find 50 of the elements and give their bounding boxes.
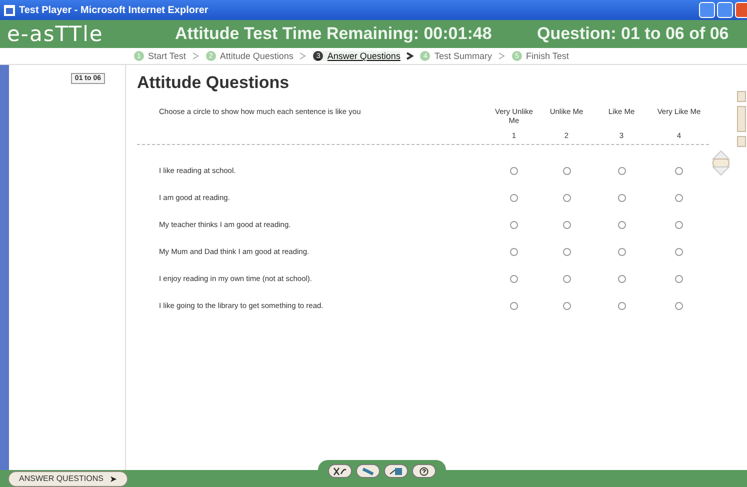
radio-button[interactable] [510, 194, 518, 202]
radio-button[interactable] [675, 166, 683, 174]
highlighter-tool-button[interactable] [356, 464, 380, 478]
radio-button[interactable] [562, 194, 570, 202]
time-remaining: Attitude Test Time Remaining: 00:01:48 [175, 24, 493, 44]
help-icon [417, 466, 431, 476]
scroll-handle-icon[interactable] [711, 149, 731, 177]
window-title: Test Player - Microsoft Internet Explorer [19, 4, 210, 16]
answer-questions-button[interactable]: ANSWER QUESTIONS ➤ [8, 470, 128, 486]
scroll-down-button[interactable] [737, 136, 746, 147]
chevron-icon [299, 52, 308, 60]
chevron-icon [192, 52, 200, 60]
radio-button[interactable] [562, 220, 570, 228]
scroll-up-button[interactable] [737, 91, 746, 102]
radio-button[interactable] [675, 248, 683, 256]
radio-button[interactable] [510, 220, 518, 228]
radio-button[interactable] [675, 220, 683, 228]
radio-button[interactable] [510, 248, 518, 256]
clear-tool-button[interactable] [328, 464, 352, 478]
radio-button[interactable] [562, 302, 570, 310]
radio-button[interactable] [618, 274, 626, 282]
notes-tool-button[interactable] [384, 464, 408, 478]
question-range: Question: 01 to 06 of 06 [537, 24, 729, 44]
radio-button[interactable] [618, 248, 626, 256]
scrollbar-thumb[interactable] [737, 106, 746, 132]
close-button[interactable] [735, 2, 747, 18]
radio-button[interactable] [618, 166, 626, 174]
radio-button[interactable] [562, 248, 570, 256]
pen-icon [361, 466, 375, 476]
radio-button[interactable] [675, 194, 683, 202]
radio-button[interactable] [510, 302, 518, 310]
radio-button[interactable] [675, 274, 683, 282]
radio-button[interactable] [510, 166, 518, 174]
cross-icon [333, 466, 347, 476]
app-logo: e-asTTle [7, 22, 104, 46]
maximize-button[interactable] [717, 2, 733, 18]
section-title: Attitude Questions [137, 73, 290, 93]
radio-button[interactable] [562, 166, 570, 174]
minimize-button[interactable] [699, 2, 715, 18]
radio-button[interactable] [562, 274, 570, 282]
radio-button[interactable] [618, 194, 626, 202]
chevron-icon [406, 52, 414, 60]
radio-button[interactable] [618, 220, 626, 228]
pad-icon [389, 466, 403, 476]
browser-icon [4, 4, 15, 16]
radio-button[interactable] [510, 274, 518, 282]
radio-button[interactable] [675, 302, 683, 310]
radio-button[interactable] [618, 302, 626, 310]
help-button[interactable] [412, 464, 436, 478]
chevron-icon [498, 52, 506, 60]
